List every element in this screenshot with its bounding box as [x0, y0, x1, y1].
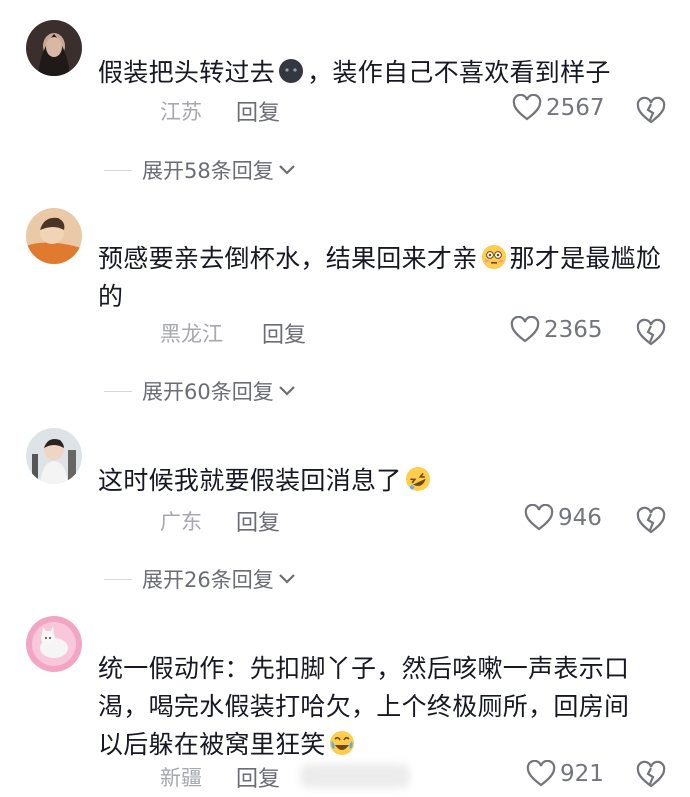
divider: [104, 578, 132, 580]
reply-button[interactable]: 回复: [262, 317, 306, 349]
broken-heart-icon: [636, 760, 666, 788]
expand-replies[interactable]: 展开58条回复: [104, 155, 296, 185]
chevron-down-icon: [278, 165, 295, 175]
rofl-emoji-icon: [404, 465, 432, 493]
avatar[interactable]: [26, 208, 82, 264]
chevron-down-icon: [278, 386, 295, 396]
laughing-crying-emoji-icon: [328, 729, 356, 757]
chevron-down-icon: [278, 574, 295, 584]
like-button[interactable]: 946: [524, 504, 602, 532]
reply-button[interactable]: 回复: [236, 761, 280, 793]
dislike-button[interactable]: [636, 760, 666, 790]
watermark-blur: [300, 764, 410, 788]
like-count: 946: [558, 505, 602, 531]
comment-text: 这时候我就要假装回消息了: [98, 462, 668, 500]
like-count: 2567: [546, 95, 605, 121]
heart-icon: [526, 760, 556, 787]
comment-text: 预感要亲去倒杯水，结果回来才亲 那才是最尴尬的: [98, 243, 662, 311]
location: 黑龙江: [160, 322, 223, 346]
divider: [104, 390, 132, 392]
avatar[interactable]: [26, 428, 82, 484]
like-count: 2365: [544, 317, 603, 343]
expand-replies[interactable]: 展开26条回复: [104, 564, 296, 594]
reply-button[interactable]: 回复: [236, 505, 280, 537]
broken-heart-icon: [636, 318, 666, 346]
like-button[interactable]: 2567: [512, 94, 605, 122]
broken-heart-icon: [636, 506, 666, 534]
dislike-button[interactable]: [636, 318, 666, 348]
location: 新疆: [160, 766, 202, 790]
heart-icon: [510, 316, 540, 343]
avatar[interactable]: [26, 616, 82, 672]
like-button[interactable]: 921: [526, 760, 604, 788]
dislike-button[interactable]: [636, 96, 666, 126]
divider: [104, 169, 132, 171]
broken-heart-icon: [636, 96, 666, 124]
comment-text: 统一假动作：先扣脚丫子，然后咳嗽一声表示口渴，喝完水假装打哈欠，上个终极厕所，回…: [98, 654, 630, 759]
like-count: 921: [560, 761, 604, 787]
flushed-face-emoji-icon: [480, 243, 508, 271]
location: 广东: [160, 510, 202, 534]
like-button[interactable]: 2365: [510, 316, 603, 344]
dark-face-emoji-icon: [277, 57, 305, 85]
location: 江苏: [160, 100, 202, 124]
heart-icon: [524, 504, 554, 531]
comment-text: 假装把头转过去 ，装作自己不喜欢看到样子: [98, 57, 611, 87]
expand-replies[interactable]: 展开60条回复: [104, 376, 296, 406]
heart-icon: [512, 94, 542, 121]
avatar[interactable]: [26, 20, 82, 76]
reply-button[interactable]: 回复: [236, 95, 280, 127]
dislike-button[interactable]: [636, 506, 666, 536]
